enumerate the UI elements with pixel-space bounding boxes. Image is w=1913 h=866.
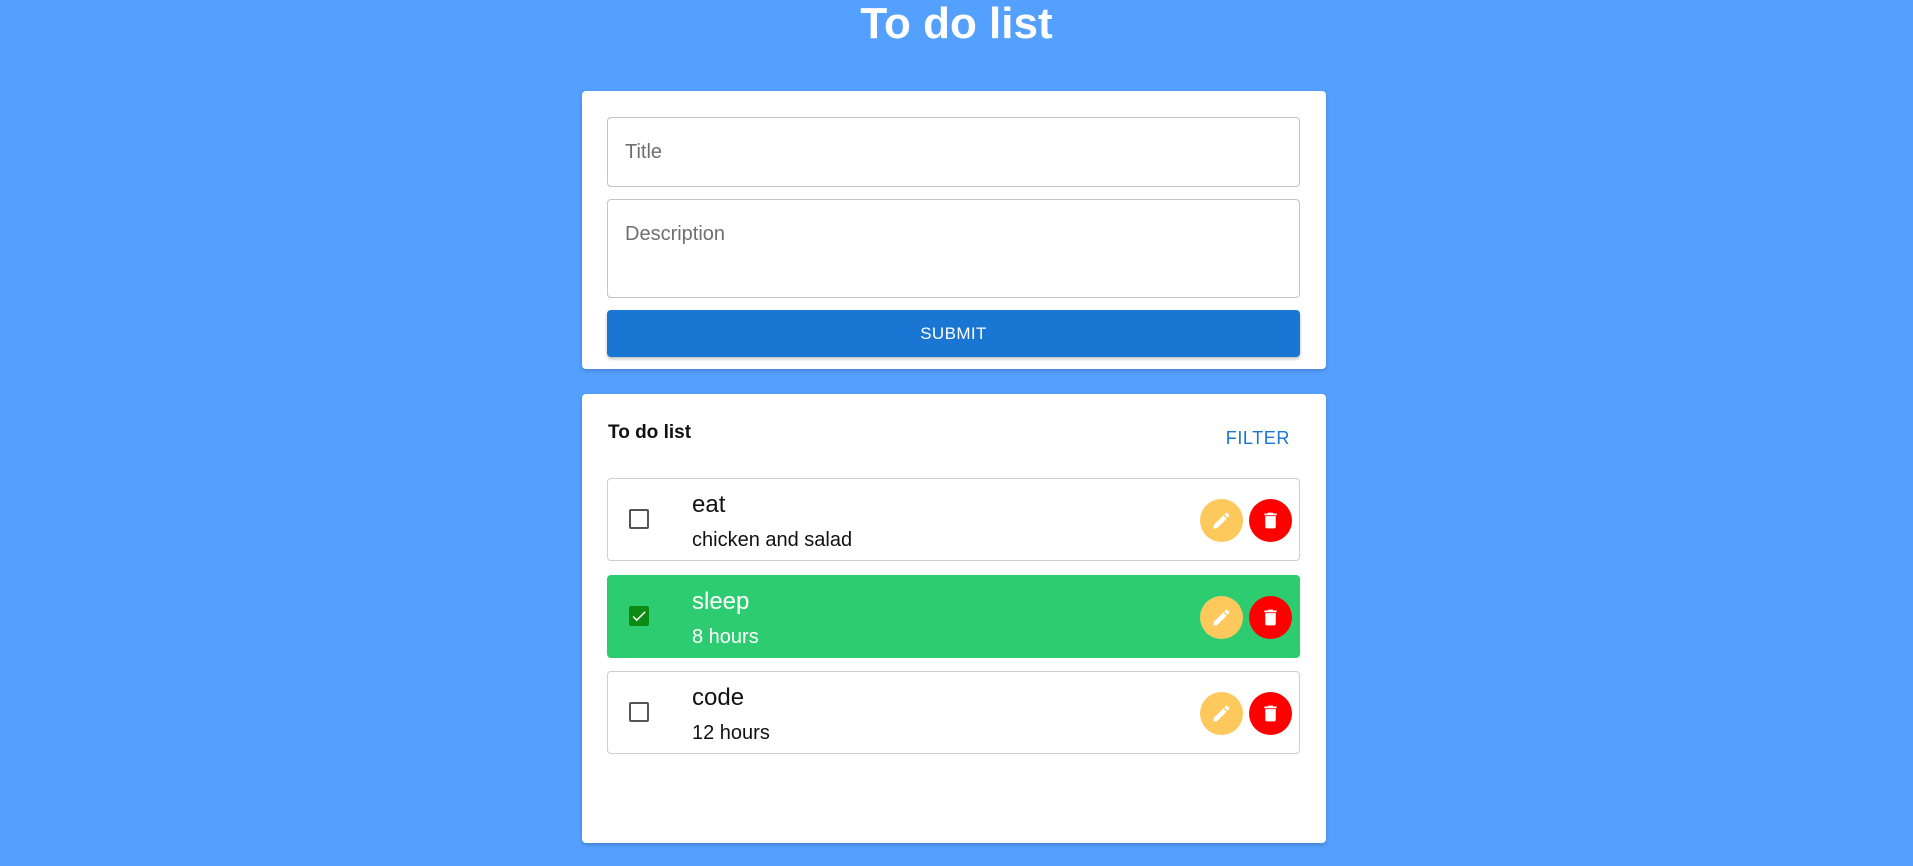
todo-title: sleep bbox=[692, 588, 750, 615]
checkbox-icon[interactable] bbox=[629, 606, 649, 626]
todo-title: eat bbox=[692, 491, 726, 518]
delete-button[interactable] bbox=[1249, 499, 1292, 542]
todo-description: chicken and salad bbox=[692, 529, 853, 551]
edit-button[interactable] bbox=[1200, 596, 1243, 639]
todo-item-eat: eat chicken and salad bbox=[607, 478, 1300, 561]
todo-description: 12 hours bbox=[692, 722, 770, 744]
pencil-icon bbox=[1213, 609, 1230, 626]
todo-item-code: code 12 hours bbox=[607, 671, 1300, 754]
new-todo-form: SUBMIT bbox=[582, 91, 1326, 369]
title-input[interactable] bbox=[607, 117, 1300, 187]
delete-button[interactable] bbox=[1249, 692, 1292, 735]
pencil-icon bbox=[1213, 512, 1230, 529]
edit-button[interactable] bbox=[1200, 499, 1243, 542]
trash-icon bbox=[1264, 512, 1277, 529]
trash-icon bbox=[1264, 705, 1277, 722]
filter-button[interactable]: FILTER bbox=[1220, 424, 1296, 453]
checkbox-icon[interactable] bbox=[629, 509, 649, 529]
delete-button[interactable] bbox=[1249, 596, 1292, 639]
checkbox-icon[interactable] bbox=[629, 702, 649, 722]
description-input[interactable] bbox=[607, 199, 1300, 298]
pencil-icon bbox=[1213, 705, 1230, 722]
trash-icon bbox=[1264, 609, 1277, 626]
checkmark-icon bbox=[632, 611, 646, 622]
todo-title: code bbox=[692, 684, 745, 711]
page-title: To do list bbox=[860, 0, 1053, 48]
todo-description: 8 hours bbox=[692, 626, 759, 648]
todo-item-sleep: sleep 8 hours bbox=[607, 575, 1300, 658]
todo-list-panel: To do list FILTER eat chicken and salad … bbox=[582, 394, 1326, 843]
submit-button[interactable]: SUBMIT bbox=[607, 310, 1300, 357]
list-heading: To do list bbox=[608, 422, 692, 443]
edit-button[interactable] bbox=[1200, 692, 1243, 735]
